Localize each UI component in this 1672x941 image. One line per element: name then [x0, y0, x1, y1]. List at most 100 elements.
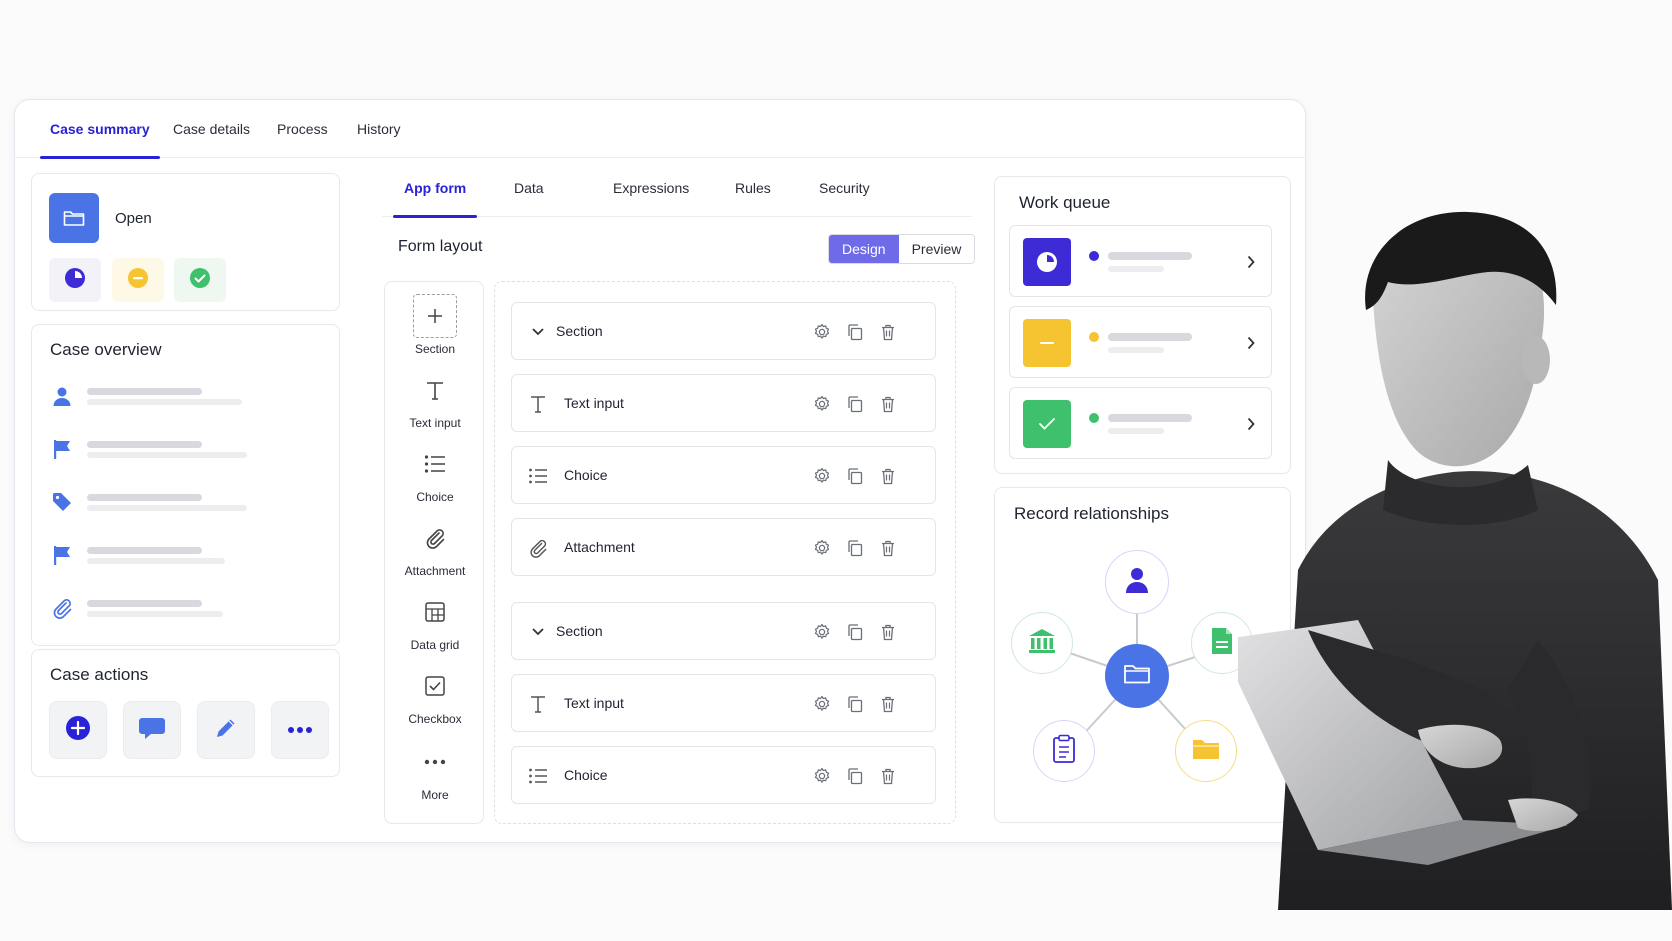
check-icon	[1023, 400, 1071, 448]
tab-app-form[interactable]: App form	[392, 159, 478, 218]
status-chip-complete[interactable]	[174, 258, 226, 302]
grid-icon	[413, 590, 457, 634]
trash-icon[interactable]	[878, 622, 898, 642]
pencil-icon	[214, 716, 238, 745]
tab-case-details[interactable]: Case details	[173, 100, 250, 158]
copy-icon[interactable]	[845, 766, 865, 786]
overview-row	[50, 381, 280, 411]
copy-icon[interactable]	[845, 322, 865, 342]
chevron-down-icon[interactable]	[526, 320, 550, 344]
field-choice[interactable]: Choice	[511, 446, 936, 504]
clipboard-node[interactable]	[1033, 720, 1095, 782]
palette-item-more[interactable]: More	[385, 740, 485, 802]
tab-expressions[interactable]: Expressions	[613, 159, 689, 217]
palette-item-data-grid[interactable]: Data grid	[385, 590, 485, 652]
field-section[interactable]: Section	[511, 602, 936, 660]
status-card: Open	[31, 173, 340, 311]
gear-icon[interactable]	[812, 538, 832, 558]
case-overview-card: Case overview	[31, 324, 340, 646]
overview-row	[50, 434, 280, 464]
work-queue-item[interactable]	[1009, 225, 1272, 297]
work-queue-item[interactable]	[1009, 306, 1272, 378]
field-text-input[interactable]: Text input	[511, 374, 936, 432]
clipboard-icon	[1052, 734, 1076, 769]
folder-icon	[49, 193, 99, 243]
text-icon	[526, 392, 550, 416]
trash-icon[interactable]	[878, 466, 898, 486]
field-label: Attachment	[564, 539, 635, 555]
status-label: Open	[115, 210, 152, 227]
case-actions-card: Case actions	[31, 649, 340, 777]
design-toggle[interactable]: Design	[829, 235, 899, 263]
field-label: Text input	[564, 695, 624, 711]
gear-icon[interactable]	[812, 322, 832, 342]
person-icon	[1124, 566, 1150, 599]
folder-icon	[1123, 663, 1151, 690]
gear-icon[interactable]	[812, 622, 832, 642]
palette-label: Data grid	[410, 638, 460, 652]
person-node[interactable]	[1105, 550, 1169, 614]
check-circle-icon	[189, 267, 211, 294]
copy-icon[interactable]	[845, 538, 865, 558]
text-icon	[413, 368, 457, 412]
copy-icon[interactable]	[845, 622, 865, 642]
field-text-input[interactable]: Text input	[511, 674, 936, 732]
more-actions-button[interactable]	[271, 701, 329, 759]
preview-toggle[interactable]: Preview	[898, 235, 975, 263]
gear-icon[interactable]	[812, 766, 832, 786]
overview-row	[50, 540, 280, 570]
edit-button[interactable]	[197, 701, 255, 759]
palette-item-checkbox[interactable]: Checkbox	[385, 664, 485, 726]
gear-icon[interactable]	[812, 694, 832, 714]
add-button[interactable]	[49, 701, 107, 759]
more-icon	[413, 740, 457, 784]
trash-icon[interactable]	[878, 394, 898, 414]
paperclip-icon	[526, 536, 550, 560]
trash-icon[interactable]	[878, 766, 898, 786]
tab-rules[interactable]: Rules	[735, 159, 771, 217]
status-chip-in-progress[interactable]	[49, 258, 101, 302]
folder-node[interactable]	[1105, 644, 1169, 708]
tab-process[interactable]: Process	[277, 100, 328, 158]
minus-circle-icon	[127, 267, 149, 294]
field-choice[interactable]: Choice	[511, 746, 936, 804]
clock-icon	[64, 267, 86, 294]
clock-icon	[1023, 238, 1071, 286]
status-chip-on-hold[interactable]	[112, 258, 164, 302]
palette-label: Checkbox	[408, 712, 462, 726]
work-queue-title: Work queue	[1019, 193, 1111, 212]
palette-item-choice[interactable]: Choice	[385, 442, 485, 504]
tab-case-summary[interactable]: Case summary	[40, 100, 160, 159]
text-icon	[526, 692, 550, 716]
field-label: Section	[556, 323, 603, 339]
component-palette: Section Text input Choice Attachment Dat…	[384, 281, 484, 824]
institution-node[interactable]	[1011, 612, 1073, 674]
checkbox-icon	[413, 664, 457, 708]
tab-security[interactable]: Security	[819, 159, 870, 217]
copy-icon[interactable]	[845, 394, 865, 414]
copy-icon[interactable]	[845, 466, 865, 486]
comment-button[interactable]	[123, 701, 181, 759]
trash-icon[interactable]	[878, 694, 898, 714]
copy-icon[interactable]	[845, 694, 865, 714]
chevron-down-icon[interactable]	[526, 620, 550, 644]
person-with-laptop-image	[1238, 211, 1672, 910]
field-label: Section	[556, 623, 603, 639]
trash-icon[interactable]	[878, 538, 898, 558]
form-tabs: App form Data Expressions Rules Security	[382, 159, 972, 218]
field-attachment[interactable]: Attachment	[511, 518, 936, 576]
palette-item-text-input[interactable]: Text input	[385, 368, 485, 430]
field-section[interactable]: Section	[511, 302, 936, 360]
work-queue-item[interactable]	[1009, 387, 1272, 459]
more-icon	[287, 721, 313, 739]
palette-item-section[interactable]: Section	[385, 294, 485, 356]
folder-node-yellow[interactable]	[1175, 720, 1237, 782]
flag-icon	[50, 543, 74, 567]
tab-history[interactable]: History	[357, 100, 401, 158]
gear-icon[interactable]	[812, 394, 832, 414]
tab-data[interactable]: Data	[514, 159, 544, 217]
trash-icon[interactable]	[878, 322, 898, 342]
gear-icon[interactable]	[812, 466, 832, 486]
form-builder: App form Data Expressions Rules Security…	[382, 159, 976, 843]
palette-item-attachment[interactable]: Attachment	[385, 516, 485, 578]
